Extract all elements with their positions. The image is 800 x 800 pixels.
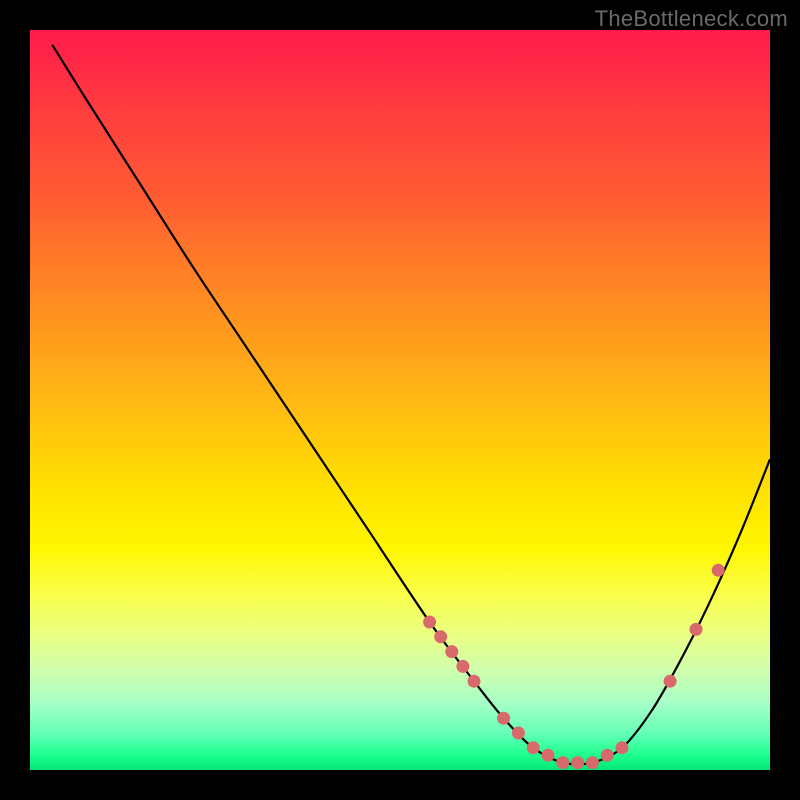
bottleneck-curve xyxy=(52,45,770,765)
highlight-dot xyxy=(423,616,436,629)
highlight-dot xyxy=(512,727,525,740)
highlight-dot xyxy=(616,741,629,754)
plot-area xyxy=(30,30,770,770)
highlight-dot xyxy=(468,675,481,688)
highlight-dot xyxy=(571,756,584,769)
watermark-text: TheBottleneck.com xyxy=(595,6,788,32)
highlight-dot xyxy=(664,675,677,688)
highlight-dot xyxy=(527,741,540,754)
highlight-dot xyxy=(434,630,447,643)
highlight-dot xyxy=(456,660,469,673)
highlight-dot xyxy=(712,564,725,577)
highlight-dot xyxy=(586,756,599,769)
chart-overlay xyxy=(30,30,770,770)
highlight-dots xyxy=(423,564,725,769)
chart-frame: TheBottleneck.com xyxy=(0,0,800,800)
highlight-dot xyxy=(601,749,614,762)
highlight-dot xyxy=(542,749,555,762)
highlight-dot xyxy=(556,756,569,769)
highlight-dot xyxy=(690,623,703,636)
highlight-dot xyxy=(445,645,458,658)
highlight-dot xyxy=(497,712,510,725)
